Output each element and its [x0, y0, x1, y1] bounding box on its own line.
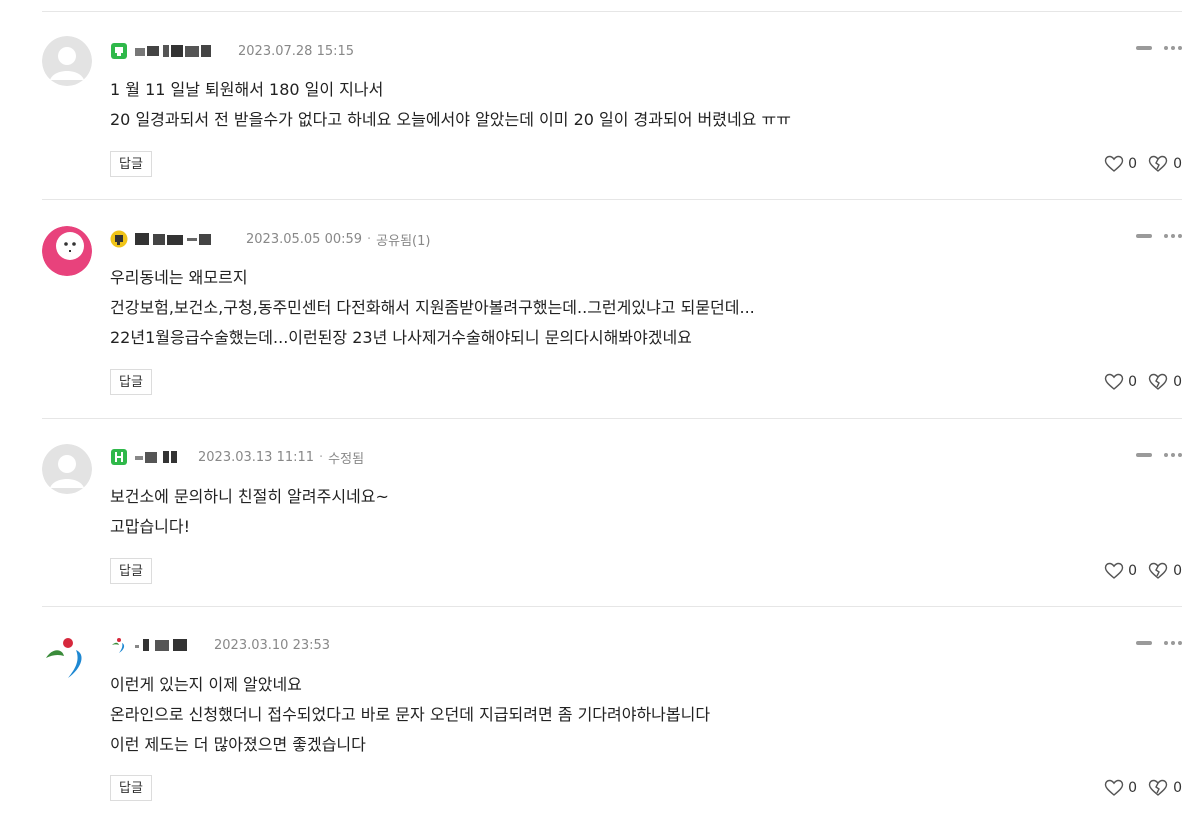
seoul-logo-badge-icon: [110, 636, 128, 654]
broken-heart-icon: [1148, 779, 1168, 796]
like-count: 0: [1128, 563, 1138, 579]
comment-list: 2023.07.28 15:15 1 월 11 일날 퇴원해서 180 일이 지…: [0, 0, 1198, 818]
dislike-count: 0: [1173, 563, 1182, 579]
dislike-button[interactable]: 0: [1147, 779, 1182, 797]
broken-heart-icon: [1148, 155, 1168, 172]
comment-item: 2023.03.13 11:11 · 수정됨 보건소에 문의하니 친절히 알려주…: [42, 419, 1182, 607]
reply-button[interactable]: 답글: [110, 369, 152, 395]
like-count: 0: [1128, 780, 1138, 796]
comment-line: 보건소에 문의하니 친절히 알려주시네요~: [110, 487, 389, 506]
like-button[interactable]: 0: [1104, 373, 1137, 391]
comment-line: 1 월 11 일날 퇴원해서 180 일이 지나서: [110, 80, 384, 99]
comment-item: 2023.03.10 23:53 이런게 있는지 이제 알았네요 온라인으로 신…: [42, 607, 1182, 818]
comment-date: 2023.07.28 15:15: [238, 43, 355, 59]
comment-meta: 2023.07.28 15:15: [110, 41, 354, 61]
nickname-blurred[interactable]: [135, 450, 191, 464]
comment-actions: [1136, 46, 1182, 50]
heart-icon: [1104, 373, 1124, 390]
comment-meta: 2023.03.13 11:11 · 수정됨: [110, 447, 364, 467]
dislike-count: 0: [1173, 156, 1182, 172]
comment-date: 2023.05.05 00:59: [246, 231, 363, 247]
broken-heart-icon: [1148, 373, 1168, 390]
heart-icon: [1104, 155, 1124, 172]
default-avatar-icon[interactable]: [42, 444, 92, 494]
more-options-icon[interactable]: [1164, 453, 1182, 457]
reactions: 0 0: [1094, 373, 1182, 391]
edited-status: 수정됨: [328, 451, 365, 467]
nickname-blurred[interactable]: [135, 638, 207, 652]
like-button[interactable]: 0: [1104, 779, 1137, 797]
more-options-icon[interactable]: [1164, 641, 1182, 645]
comment-line: 20 일경과되서 전 받을수가 없다고 하네요 오늘에서야 알았는데 이미 20…: [110, 110, 791, 129]
nickname-blurred[interactable]: [135, 44, 231, 58]
heart-icon: [1104, 562, 1124, 579]
reactions: 0 0: [1094, 779, 1182, 797]
pink-face-avatar-icon[interactable]: [42, 226, 92, 276]
nickname-blurred[interactable]: [135, 232, 239, 246]
comment-body: 1 월 11 일날 퇴원해서 180 일이 지나서 20 일경과되서 전 받을수…: [110, 75, 791, 135]
reply-button[interactable]: 답글: [110, 151, 152, 177]
comment-meta: 2023.03.10 23:53: [110, 635, 330, 655]
comment-line: 온라인으로 신청했더니 접수되었다고 바로 문자 오던데 지급되려면 좀 기다려…: [110, 705, 711, 724]
like-button[interactable]: 0: [1104, 562, 1137, 580]
dislike-count: 0: [1173, 374, 1182, 390]
collapse-icon[interactable]: [1136, 234, 1152, 238]
comment-line: 22년1월응급수술했는데...이런된장 23년 나사제거수술해야되니 문의다시해…: [110, 328, 692, 347]
reply-button[interactable]: 답글: [110, 558, 152, 584]
like-count: 0: [1128, 374, 1138, 390]
comment-body: 우리동네는 왜모르지 건강보험,보건소,구청,동주민센터 다전화해서 지원좀받아…: [110, 263, 755, 353]
more-options-icon[interactable]: [1164, 46, 1182, 50]
heart-icon: [1104, 779, 1124, 796]
comment-line: 건강보험,보건소,구청,동주민센터 다전화해서 지원좀받아볼려구했는데..그런게…: [110, 298, 755, 317]
dislike-button[interactable]: 0: [1147, 155, 1182, 173]
default-avatar-icon[interactable]: [42, 36, 92, 86]
reactions: 0 0: [1094, 155, 1182, 173]
comment-body: 이런게 있는지 이제 알았네요 온라인으로 신청했더니 접수되었다고 바로 문자…: [110, 670, 710, 760]
dislike-count: 0: [1173, 780, 1182, 796]
level-badge-icon: [110, 42, 128, 60]
comment-body: 보건소에 문의하니 친절히 알려주시네요~ 고맙습니다!: [110, 482, 389, 542]
reactions: 0 0: [1094, 562, 1182, 580]
collapse-icon[interactable]: [1136, 453, 1152, 457]
comment-item: 2023.07.28 15:15 1 월 11 일날 퇴원해서 180 일이 지…: [42, 12, 1182, 200]
shared-status[interactable]: 공유됨(1): [376, 230, 430, 249]
comment-date: 2023.03.13 11:11: [198, 449, 315, 465]
comment-line: 이런 제도는 더 많아졌으면 좋겠습니다: [110, 735, 366, 754]
comment-date: 2023.03.10 23:53: [214, 637, 331, 653]
comment-line: 이런게 있는지 이제 알았네요: [110, 675, 302, 694]
comment-meta: 2023.05.05 00:59 · 공유됨(1): [110, 229, 430, 249]
comment-item: 2023.05.05 00:59 · 공유됨(1) 우리동네는 왜모르지 건강보…: [42, 200, 1182, 419]
level-badge-icon: [110, 448, 128, 466]
more-options-icon[interactable]: [1164, 234, 1182, 238]
dislike-button[interactable]: 0: [1147, 562, 1182, 580]
seoul-logo-avatar-icon[interactable]: [42, 632, 92, 682]
like-button[interactable]: 0: [1104, 155, 1137, 173]
collapse-icon[interactable]: [1136, 46, 1152, 50]
collapse-icon[interactable]: [1136, 641, 1152, 645]
comment-actions: [1136, 234, 1182, 238]
reply-button[interactable]: 답글: [110, 775, 152, 801]
comment-actions: [1136, 453, 1182, 457]
broken-heart-icon: [1148, 562, 1168, 579]
comment-actions: [1136, 641, 1182, 645]
like-count: 0: [1128, 156, 1138, 172]
dislike-button[interactable]: 0: [1147, 373, 1182, 391]
level-badge-icon: [110, 230, 128, 248]
comment-line: 고맙습니다!: [110, 517, 191, 536]
comment-line: 우리동네는 왜모르지: [110, 268, 248, 287]
